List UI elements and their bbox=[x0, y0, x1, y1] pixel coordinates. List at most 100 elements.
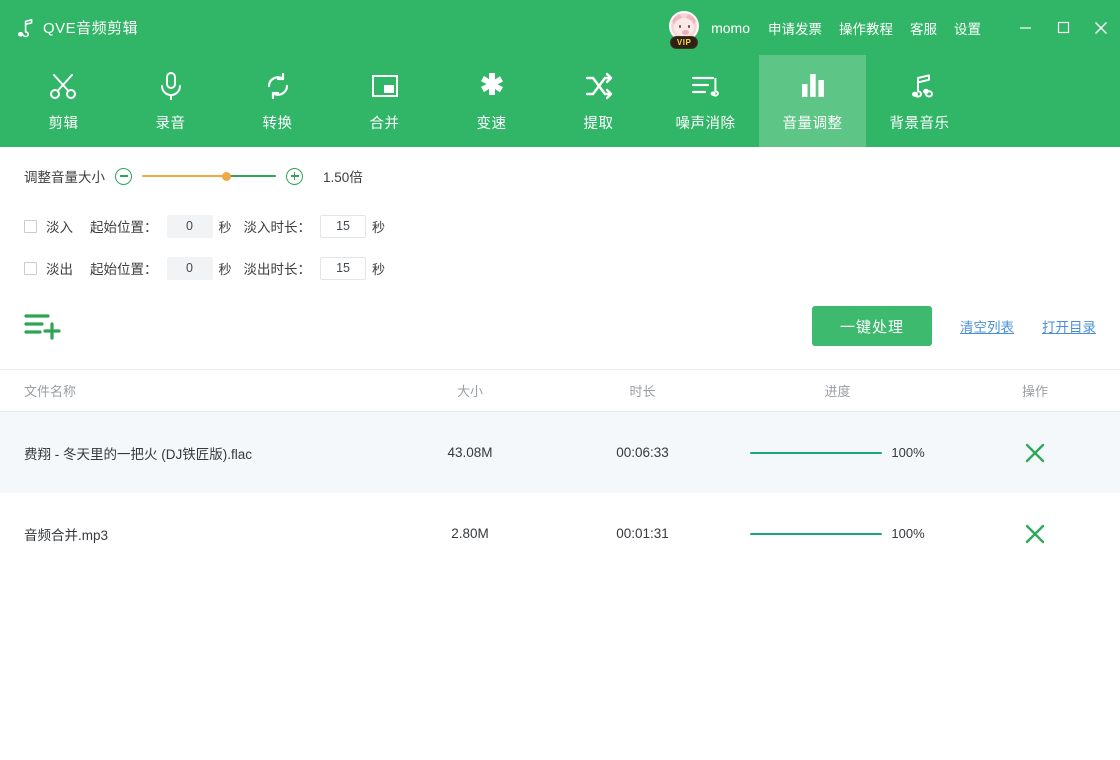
maximize-icon[interactable] bbox=[1044, 0, 1082, 55]
fade-in-start-unit: 秒 bbox=[219, 217, 232, 236]
column-header-duration: 时长 bbox=[560, 381, 725, 400]
slider-handle[interactable] bbox=[222, 172, 231, 181]
tool-label: 转换 bbox=[263, 112, 293, 133]
fade-in-duration-input[interactable]: 15 bbox=[320, 215, 366, 238]
tool-label: 背景音乐 bbox=[890, 112, 950, 133]
window-controls bbox=[1006, 0, 1120, 55]
fade-in-checkbox[interactable] bbox=[24, 220, 37, 233]
main-toolbar: 剪辑 录音 转换 bbox=[0, 55, 1120, 147]
table-row[interactable]: 费翔 - 冬天里的一把火 (DJ铁匠版).flac 43.08M 00:06:3… bbox=[0, 412, 1120, 493]
actions-row: 一键处理 清空列表 打开目录 bbox=[24, 289, 1096, 363]
fade-in-label: 淡入 bbox=[46, 216, 73, 236]
volume-row: 调整音量大小 1.50倍 bbox=[24, 147, 1096, 205]
scissors-icon bbox=[47, 69, 81, 103]
tool-convert[interactable]: 转换 bbox=[224, 55, 331, 147]
fade-out-checkbox[interactable] bbox=[24, 262, 37, 275]
cell-progress: 100% bbox=[725, 445, 950, 460]
plus-circle-icon[interactable] bbox=[286, 168, 303, 185]
menu-item-support[interactable]: 客服 bbox=[910, 18, 937, 38]
tool-background-music[interactable]: 背景音乐 bbox=[866, 55, 973, 147]
convert-refresh-icon bbox=[261, 69, 295, 103]
fade-in-duration-unit: 秒 bbox=[372, 217, 385, 236]
cell-size: 2.80M bbox=[380, 526, 560, 541]
process-button[interactable]: 一键处理 bbox=[812, 306, 932, 346]
cell-action bbox=[950, 523, 1120, 545]
column-header-progress: 进度 bbox=[725, 381, 950, 400]
delete-x-icon[interactable] bbox=[1024, 442, 1046, 464]
tool-extract[interactable]: 提取 bbox=[545, 55, 652, 147]
avatar-nose bbox=[682, 30, 689, 35]
fade-out-start-input[interactable]: 0 bbox=[167, 257, 213, 280]
minimize-icon[interactable] bbox=[1006, 0, 1044, 55]
file-table: 文件名称 大小 时长 进度 操作 费翔 - 冬天里的一把火 (DJ铁匠版).fl… bbox=[0, 369, 1120, 760]
menu-item-settings[interactable]: 设置 bbox=[954, 18, 981, 38]
tool-label: 变速 bbox=[477, 112, 507, 133]
microphone-icon bbox=[154, 69, 188, 103]
cell-filename: 费翔 - 冬天里的一把火 (DJ铁匠版).flac bbox=[0, 443, 380, 463]
fade-out-start-unit: 秒 bbox=[219, 259, 232, 278]
progress-bar bbox=[750, 533, 882, 535]
fade-out-label: 淡出 bbox=[46, 258, 73, 278]
tool-speed[interactable]: 变速 bbox=[438, 55, 545, 147]
app-window: QVE音频剪辑 VIP momo 申请发票 操作教程 客服 设置 bbox=[0, 0, 1120, 760]
music-note-icon bbox=[16, 18, 34, 38]
volume-value: 1.50倍 bbox=[323, 166, 363, 186]
cell-progress: 100% bbox=[725, 526, 950, 541]
open-directory-link[interactable]: 打开目录 bbox=[1042, 316, 1096, 336]
bar-chart-icon bbox=[796, 69, 830, 103]
slider-track-filled bbox=[142, 175, 226, 177]
volume-slider[interactable] bbox=[142, 168, 276, 185]
menu-item-invoice[interactable]: 申请发票 bbox=[768, 18, 822, 38]
tool-volume-adjust[interactable]: 音量调整 bbox=[759, 55, 866, 147]
progress-percent: 100% bbox=[891, 526, 924, 541]
tool-merge[interactable]: 合并 bbox=[331, 55, 438, 147]
tool-record[interactable]: 录音 bbox=[117, 55, 224, 147]
app-title: QVE音频剪辑 bbox=[43, 17, 138, 38]
fade-out-start-label: 起始位置： bbox=[90, 258, 158, 278]
menu-item-tutorial[interactable]: 操作教程 bbox=[839, 18, 893, 38]
volume-label: 调整音量大小 bbox=[24, 166, 105, 186]
column-header-size: 大小 bbox=[380, 381, 560, 400]
brand: QVE音频剪辑 bbox=[16, 17, 138, 38]
minus-circle-icon[interactable] bbox=[115, 168, 132, 185]
fade-out-duration-label: 淡出时长： bbox=[244, 258, 312, 278]
progress-percent: 100% bbox=[891, 445, 924, 460]
fade-in-start-label: 起始位置： bbox=[90, 216, 158, 236]
settings-panel: 调整音量大小 1.50倍 淡入 起始位置： 0 秒 淡入时长： 15 秒 淡出 … bbox=[0, 147, 1120, 369]
tool-label: 合并 bbox=[370, 112, 400, 133]
username-label: momo bbox=[711, 20, 750, 36]
title-bar-right: VIP momo 申请发票 操作教程 客服 设置 bbox=[668, 0, 1120, 55]
avatar-eye-left bbox=[679, 25, 681, 28]
cell-filename: 音频合并.mp3 bbox=[0, 524, 380, 544]
actions-right: 一键处理 清空列表 打开目录 bbox=[812, 306, 1096, 346]
vip-badge: VIP bbox=[670, 36, 698, 49]
avatar-eye-right bbox=[688, 25, 690, 28]
fade-in-start-input[interactable]: 0 bbox=[167, 215, 213, 238]
music-note-icon bbox=[903, 69, 937, 103]
tool-noise-reduction[interactable]: 噪声消除 bbox=[652, 55, 759, 147]
fade-out-duration-unit: 秒 bbox=[372, 259, 385, 278]
fade-in-duration-label: 淡入时长： bbox=[244, 216, 312, 236]
playlist-note-icon bbox=[689, 69, 723, 103]
clear-list-link[interactable]: 清空列表 bbox=[960, 316, 1014, 336]
fade-in-row: 淡入 起始位置： 0 秒 淡入时长： 15 秒 bbox=[24, 205, 1096, 247]
fade-out-row: 淡出 起始位置： 0 秒 淡出时长： 15 秒 bbox=[24, 247, 1096, 289]
tool-label: 剪辑 bbox=[49, 112, 79, 133]
avatar[interactable]: VIP bbox=[668, 11, 702, 45]
tool-clip[interactable]: 剪辑 bbox=[10, 55, 117, 147]
cell-action bbox=[950, 442, 1120, 464]
column-header-filename: 文件名称 bbox=[0, 381, 380, 400]
delete-x-icon[interactable] bbox=[1024, 523, 1046, 545]
table-header: 文件名称 大小 时长 进度 操作 bbox=[0, 370, 1120, 412]
close-icon[interactable] bbox=[1082, 0, 1120, 55]
speed-cross-icon bbox=[475, 69, 509, 103]
fade-out-duration-input[interactable]: 15 bbox=[320, 257, 366, 280]
merge-frame-icon bbox=[368, 69, 402, 103]
add-files-icon[interactable] bbox=[24, 309, 64, 343]
table-row[interactable]: 音频合并.mp3 2.80M 00:01:31 100% bbox=[0, 493, 1120, 574]
tool-label: 音量调整 bbox=[783, 112, 843, 133]
cell-duration: 00:01:31 bbox=[560, 526, 725, 541]
shuffle-icon bbox=[582, 69, 616, 103]
cell-duration: 00:06:33 bbox=[560, 445, 725, 460]
tool-label: 噪声消除 bbox=[676, 112, 736, 133]
